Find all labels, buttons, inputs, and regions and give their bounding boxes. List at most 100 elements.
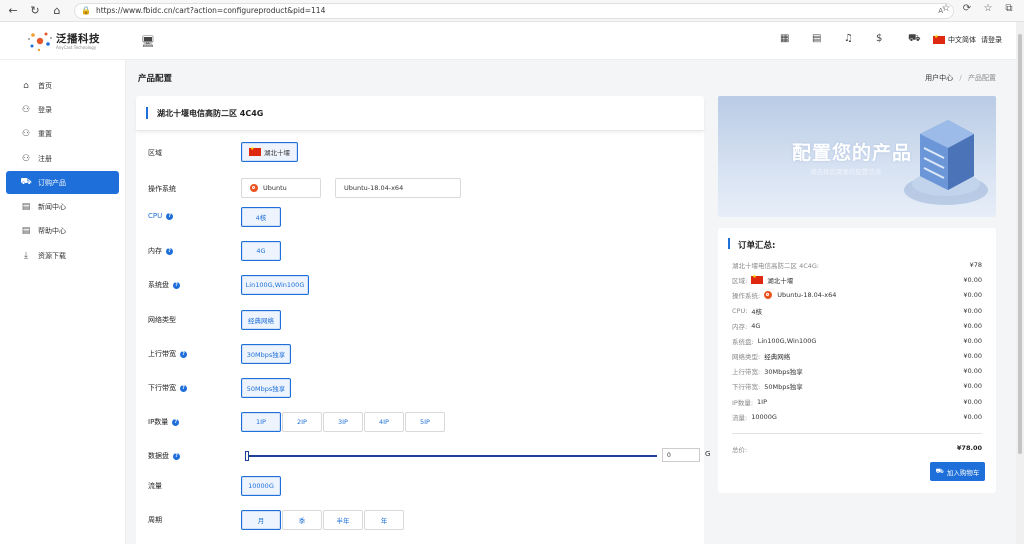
summary-row: CPU: 4核 ¥0.00 [732,305,982,317]
login-link[interactable]: 请登录 [981,35,1002,45]
favorite-icon[interactable]: ☆ [939,3,953,14]
system-disk-label-text: 系统盘 [148,281,169,289]
os-version: Ubuntu-18.04-x64 [344,184,404,192]
system-disk-value: Lin100G,Win100G [245,281,305,289]
sidebar-item-label: 新闻中心 [38,202,66,211]
lock-icon: 🔒 [81,6,91,15]
ip-option-5[interactable]: 5IP [405,412,445,432]
summary-row: 下行带宽: 50Mbps独享 ¥0.00 [732,380,982,392]
sidebar-item-label: 订购产品 [38,178,66,187]
summary-row-label: IP数量: [732,399,754,407]
ip-option-4[interactable]: 4IP [364,412,404,432]
cycle-option-year[interactable]: 年 [364,510,404,530]
summary-row-price: ¥0.00 [963,276,982,284]
bell-icon[interactable]: ♫ [844,33,876,46]
back-icon[interactable]: ← [4,2,22,20]
grid-icon[interactable]: ▦ [780,33,812,46]
page-scrollbar[interactable] [1016,22,1024,544]
data-disk-slider[interactable] [247,455,657,457]
data-disk-slider-handle[interactable] [245,451,249,461]
data-disk-unit: G [705,450,711,458]
os-name: Ubuntu [263,184,287,192]
sidebar-item-home[interactable]: ⌂ 首页 [6,74,119,97]
ip-option-1[interactable]: 1IP [241,412,281,432]
memory-option[interactable]: 4G [241,241,281,261]
favorites-list-icon[interactable]: ☆ [981,3,995,14]
currency-icon[interactable]: $ [876,33,908,46]
sidebar-item-help[interactable]: ▤ 帮助中心 [6,219,119,242]
cpu-option[interactable]: 4核 [241,207,281,227]
summary-row: 内存: 4G ¥0.00 [732,320,982,332]
cpu-value: 4核 [255,214,267,222]
system-disk-label: 系统盘? [148,280,180,290]
help-icon[interactable]: ? [173,452,180,460]
data-disk-label: 数据盘? [148,451,180,461]
help-icon[interactable]: ? [173,281,180,289]
news-icon: ▤ [21,201,31,212]
summary-row-value: 50Mbps独享 [764,383,803,391]
ip-option-label: 5IP [420,418,430,426]
os-select[interactable]: Ubuntu [241,178,321,198]
cycle-option-halfyear[interactable]: 半年 [323,510,363,530]
cycle-option-month[interactable]: 月 [241,510,281,530]
ubuntu-icon [250,184,258,192]
help-icon[interactable]: ? [180,350,187,358]
download-label-text: 下行带宽 [148,384,176,392]
ip-option-2[interactable]: 2IP [282,412,322,432]
help-icon[interactable]: ? [166,247,173,255]
extensions-icon[interactable]: ⟳ [960,3,974,14]
sidebar-item-reset[interactable]: ⚇ 重置 [6,122,119,145]
breadcrumb-home[interactable]: 用户中心 [925,74,953,82]
refresh-icon[interactable]: ↻ [26,2,44,20]
sidebar-item-news[interactable]: ▤ 新闻中心 [6,195,119,218]
summary-row-label: 系统盘: [732,338,754,346]
collections-icon[interactable]: ⧉ [1002,3,1016,14]
sidebar-item-order[interactable]: ⛟ 订购产品 [6,171,119,194]
sidebar-item-download[interactable]: ⤓ 资源下载 [6,244,119,267]
os-version-select[interactable]: Ubuntu-18.04-x64 [335,178,461,198]
download-option[interactable]: 50Mbps独享 [241,378,291,398]
summary-row: 流量: 10000G ¥0.00 [732,411,982,423]
language-switch[interactable]: 中文简体 [933,34,976,45]
summary-divider [732,433,982,434]
network-option[interactable]: 经典网络 [241,310,281,330]
help-icon[interactable]: ? [166,212,174,220]
add-to-cart-button[interactable]: ⛟ 加入购物车 [930,462,985,481]
sidebar-item-label: 资源下载 [38,251,66,260]
sidebar-item-label: 登录 [38,105,52,114]
data-disk-input[interactable]: 0 [662,448,700,462]
summary-row: 上行带宽: 30Mbps独享 ¥0.00 [732,365,982,377]
summary-row-price: ¥0.00 [963,382,982,390]
summary-row-price: ¥0.00 [963,398,982,406]
monitor-icon[interactable]: 🖥 [141,35,155,48]
summary-row-price: ¥0.00 [963,413,982,421]
cart-icon: ⛟ [20,177,32,187]
download-value: 50Mbps独享 [246,385,286,393]
summary-row-price: ¥0.00 [963,307,982,315]
ip-option-label: 4IP [379,418,389,426]
banner-title: 配置您的产品 [792,142,913,164]
home-icon[interactable]: ⌂ [48,2,66,20]
summary-row-label: 内存: [732,323,748,331]
site-logo[interactable]: 泛播科技 AnyCast Technology [26,28,106,54]
total-price: ¥78.00 [956,444,982,452]
china-flag-icon [933,34,945,44]
system-disk-option[interactable]: Lin100G,Win100G [241,275,309,295]
cart-icon: ⛟ [935,467,944,475]
brand-subtitle: AnyCast Technology [56,45,97,50]
region-option[interactable]: 湖北十堰 [241,142,298,162]
ip-option-3[interactable]: 3IP [323,412,363,432]
document-icon[interactable]: ▤ [812,33,844,46]
ip-label: IP数量? [148,417,180,427]
sidebar-item-login[interactable]: ⚇ 登录 [6,98,119,121]
traffic-option[interactable]: 10000G [241,476,281,496]
help-icon[interactable]: ? [180,384,187,392]
help-icon[interactable]: ? [172,418,180,426]
cycle-option-quarter[interactable]: 季 [282,510,322,530]
upload-option[interactable]: 30Mbps独享 [241,344,291,364]
url-text: https://www.fbidc.cn/cart?action=configu… [95,6,326,15]
breadcrumb-current: 产品配置 [968,74,996,82]
sidebar-item-register[interactable]: ⚇ 注册 [6,147,119,170]
address-bar[interactable]: 🔒 https://www.fbidc.cn/cart?action=confi… [74,2,954,19]
ip-option-label: 1IP [256,418,266,426]
